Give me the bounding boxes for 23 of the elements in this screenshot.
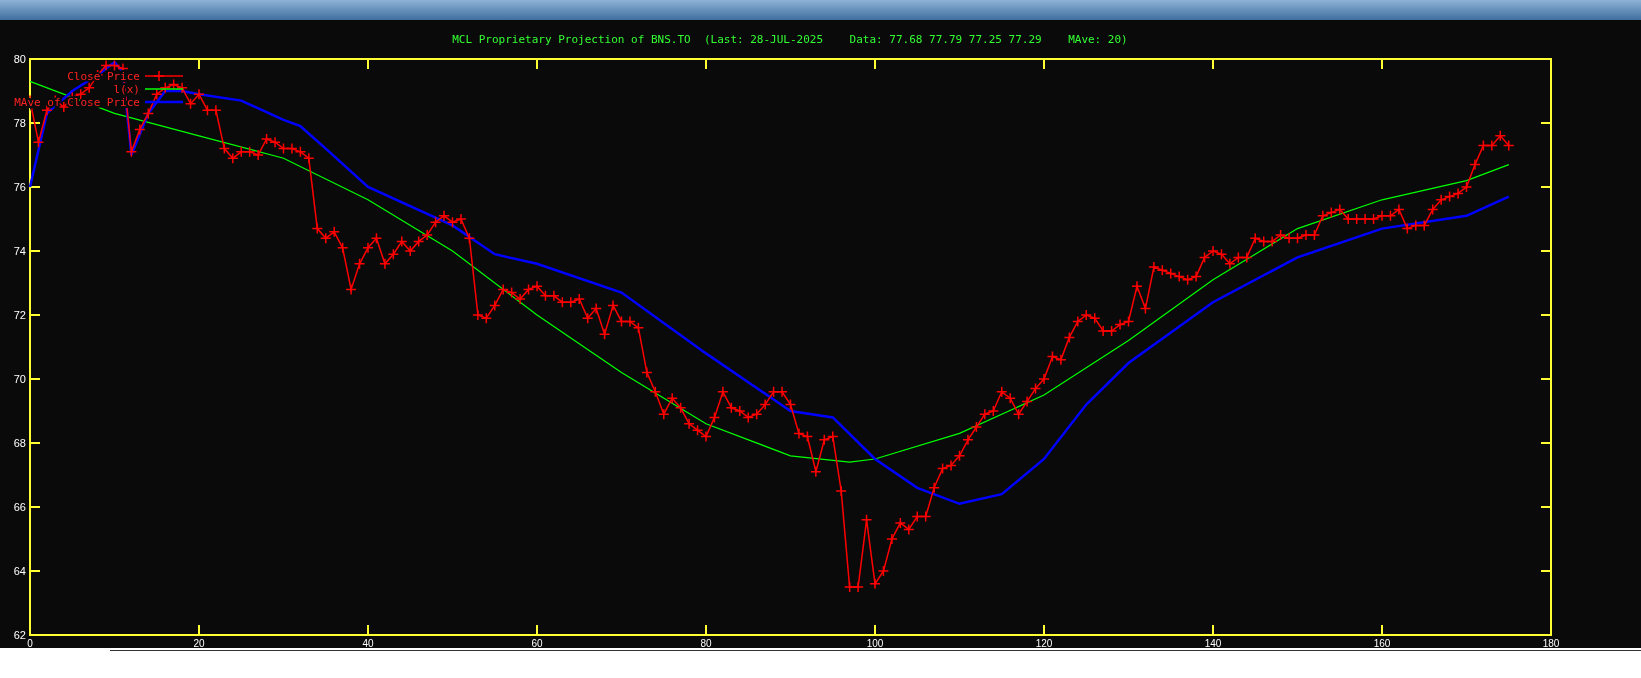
- x-tick-label: 120: [1035, 638, 1053, 648]
- legend-swatch: [144, 70, 184, 82]
- x-tick-label: 180: [1542, 638, 1560, 648]
- y-tick-label: 64: [13, 565, 26, 577]
- x-tick-label: 40: [362, 638, 374, 648]
- y-tick-label: 66: [13, 501, 26, 513]
- y-tick-label: 68: [13, 437, 26, 449]
- y-tick-label: 76: [13, 181, 26, 193]
- legend-swatch: [145, 100, 183, 104]
- x-tick-label: 0: [27, 638, 33, 648]
- x-tick-label: 80: [700, 638, 712, 648]
- y-tick-label: 80: [13, 53, 26, 65]
- chart-title: MCL Proprietary Projection of BNS.TO (Last: 28-JUL-2025 Data: 77.68 77.79 77.25 77.29 MAve: 20): [452, 33, 1128, 46]
- y-tick-label: 70: [13, 373, 26, 385]
- y-tick-label: 74: [13, 245, 26, 257]
- y-tick-label: 62: [13, 629, 26, 641]
- x-tick-label: 140: [1204, 638, 1222, 648]
- y-tick-label: 72: [13, 309, 26, 321]
- x-tick-label: 160: [1373, 638, 1391, 648]
- x-tick-label: 60: [531, 638, 543, 648]
- x-tick-label: 100: [866, 638, 884, 648]
- x-tick-label: 20: [193, 638, 205, 648]
- y-tick-label: 78: [13, 117, 26, 129]
